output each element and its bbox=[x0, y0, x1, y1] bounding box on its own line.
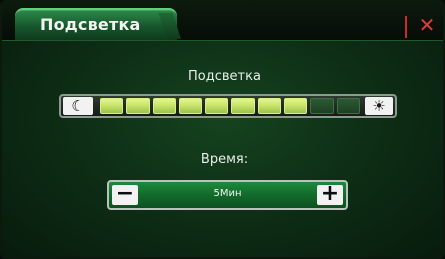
increase-time-button[interactable]: + bbox=[317, 183, 343, 205]
brightness-segments[interactable] bbox=[100, 98, 360, 114]
time-stepper[interactable]: − 5Мин + bbox=[107, 180, 348, 210]
close-button[interactable]: ✕ bbox=[414, 11, 440, 39]
brightness-segment[interactable] bbox=[231, 98, 255, 114]
brightness-segment[interactable] bbox=[310, 98, 334, 114]
time-label: Время: bbox=[200, 152, 249, 167]
brightness-segment[interactable] bbox=[336, 98, 360, 114]
decrease-brightness-button[interactable]: ☾ bbox=[63, 97, 93, 115]
brightness-segment[interactable] bbox=[178, 98, 203, 114]
brightness-segment[interactable] bbox=[205, 98, 229, 114]
tab-backlight[interactable]: Подсветка bbox=[15, 8, 177, 40]
brightness-segment[interactable] bbox=[126, 98, 150, 114]
dialog-window: Подсветка ✕ Подсветка ☾ ☀ Время: − 5Мин … bbox=[0, 0, 445, 259]
brightness-segment[interactable] bbox=[284, 98, 308, 114]
close-icon: ✕ bbox=[418, 13, 436, 37]
brightness-segment[interactable] bbox=[100, 98, 124, 114]
title-bar: Подсветка ✕ bbox=[2, 2, 443, 44]
brightness-segment[interactable] bbox=[257, 98, 282, 114]
title-separator bbox=[405, 16, 407, 38]
moon-icon: ☾ bbox=[71, 97, 85, 115]
brightness-segment[interactable] bbox=[152, 98, 176, 114]
plus-icon: + bbox=[320, 181, 340, 206]
minus-icon: − bbox=[115, 181, 135, 206]
backlight-slider[interactable]: ☾ ☀ bbox=[59, 94, 397, 118]
tab-label: Подсветка bbox=[40, 15, 141, 34]
settings-panel: Подсветка ☾ ☀ Время: − 5Мин + bbox=[2, 40, 443, 257]
time-value: 5Мин bbox=[213, 188, 242, 199]
decrease-time-button[interactable]: − bbox=[112, 183, 138, 205]
increase-brightness-button[interactable]: ☀ bbox=[365, 97, 393, 115]
sun-icon: ☀ bbox=[372, 97, 386, 115]
backlight-label: Подсветка bbox=[188, 69, 261, 84]
